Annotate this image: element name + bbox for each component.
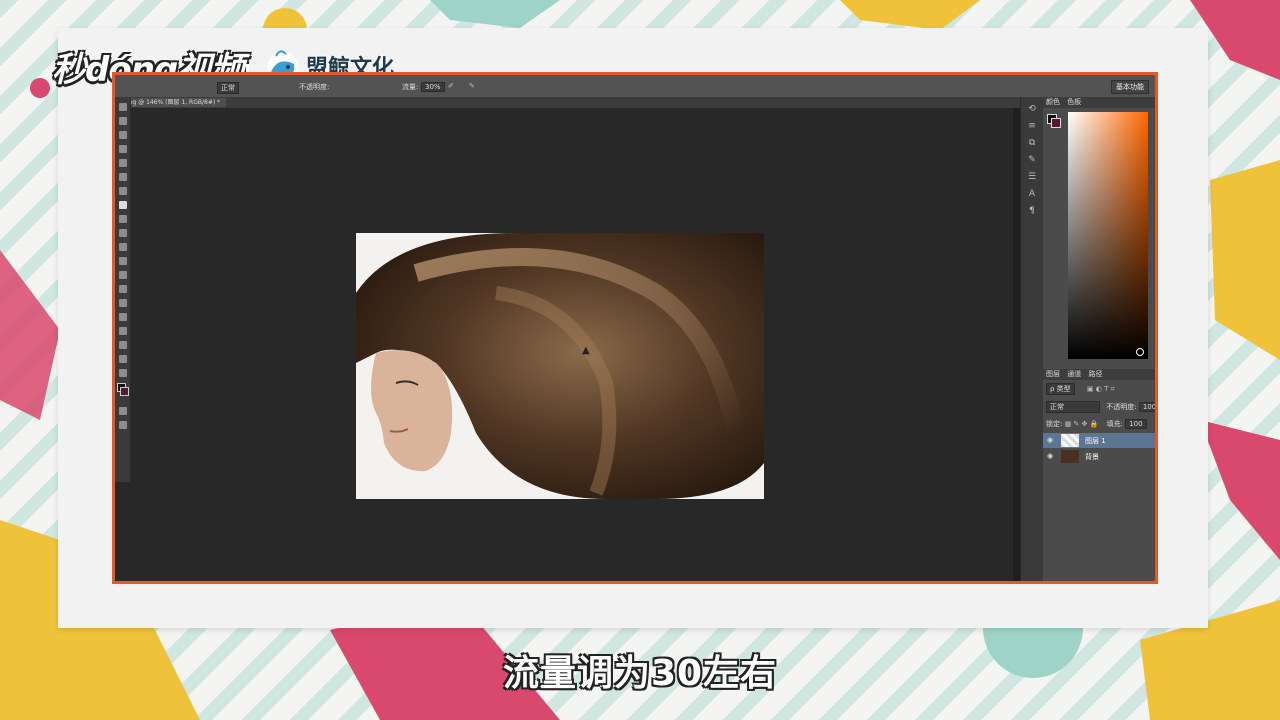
options-bar: 正常 不透明度: 流量: 30% ✐ ✎ 基本功能 xyxy=(115,75,1155,98)
flow-label: 流量: xyxy=(402,83,419,91)
layer-name: 背景 xyxy=(1085,453,1099,461)
layer-thumbnail xyxy=(1061,450,1079,463)
properties-icon[interactable]: ≡ xyxy=(1028,122,1037,131)
paragraph-icon[interactable]: ¶ xyxy=(1028,207,1037,216)
character-icon[interactable]: A xyxy=(1028,190,1037,199)
eye-icon[interactable]: ◉ xyxy=(1047,436,1053,444)
tab-swatches[interactable]: 色板 xyxy=(1067,98,1081,106)
document-tab-bar: jpg @ 146% (图层 1, RGB/8#) * xyxy=(115,97,1020,108)
marquee-tool-icon[interactable] xyxy=(118,117,127,125)
color-picker-field[interactable] xyxy=(1068,112,1148,359)
tab-layers[interactable]: 图层 xyxy=(1046,370,1060,378)
layer-name: 图层 1 xyxy=(1085,437,1106,445)
blend-row: 正常 不透明度: 100 xyxy=(1043,398,1155,416)
cursor-icon: ▲ xyxy=(582,345,590,356)
blend-mode-select[interactable]: 正常 xyxy=(1046,401,1100,413)
color-swatches[interactable] xyxy=(115,383,130,401)
filter-icons[interactable]: ▣ ◐ T ⌗ xyxy=(1087,385,1115,393)
shape-tool-icon[interactable] xyxy=(118,341,127,349)
layer-row[interactable]: ◉ 背景 xyxy=(1043,449,1155,464)
layer-panel-tabs: 图层 通道 路径 xyxy=(1043,369,1155,380)
lock-row: 锁定: ▦ ✎ ✥ 🔒 填充: 100 xyxy=(1043,416,1155,432)
clone-source-icon[interactable]: ⧉ xyxy=(1028,139,1037,148)
mode-select[interactable]: 正常 xyxy=(217,82,239,94)
blur-tool-icon[interactable] xyxy=(118,271,127,279)
pressure-icon[interactable]: ✎ xyxy=(469,82,475,90)
healing-tool-icon[interactable] xyxy=(118,187,127,195)
layers-panel: 图层 通道 路径 ρ 类型 ▣ ◐ T ⌗ 正常 不透明度: 100 锁定: ▦… xyxy=(1043,369,1155,581)
quick-select-tool-icon[interactable] xyxy=(118,145,127,153)
workspace-button[interactable]: 基本功能 xyxy=(1111,80,1149,94)
history-brush-tool-icon[interactable] xyxy=(118,229,127,237)
color-panel xyxy=(1043,108,1155,363)
path-select-tool-icon[interactable] xyxy=(118,327,127,335)
background-color-icon[interactable] xyxy=(120,387,129,396)
move-tool-icon[interactable] xyxy=(118,103,127,111)
quick-mask-icon[interactable] xyxy=(118,407,127,415)
airbrush-icon[interactable]: ✐ xyxy=(448,82,454,90)
type-tool-icon[interactable] xyxy=(118,313,127,321)
opacity-label: 不透明度: xyxy=(1106,403,1137,411)
lock-label: 锁定: xyxy=(1046,420,1063,428)
layer-filter-row: ρ 类型 ▣ ◐ T ⌗ xyxy=(1043,380,1155,398)
gradient-tool-icon[interactable] xyxy=(118,257,127,265)
pen-tool-icon[interactable] xyxy=(118,299,127,307)
document-tab[interactable]: jpg @ 146% (图层 1, RGB/8#) * xyxy=(121,98,227,107)
color-picker-marker-icon[interactable] xyxy=(1136,348,1144,356)
photoshop-window: 正常 不透明度: 流量: 30% ✐ ✎ 基本功能 jpg @ 146% (图层… xyxy=(112,72,1158,584)
subtitle-caption: 流量调为30左右 xyxy=(502,653,778,694)
vertical-scrollbar[interactable] xyxy=(1013,108,1020,581)
stamp-tool-icon[interactable] xyxy=(118,215,127,223)
opacity-label: 不透明度: xyxy=(299,83,330,91)
eraser-tool-icon[interactable] xyxy=(118,243,127,251)
tab-color[interactable]: 颜色 xyxy=(1046,98,1060,106)
layer-thumbnail xyxy=(1061,434,1079,447)
lasso-tool-icon[interactable] xyxy=(118,131,127,139)
adjustments-icon[interactable]: ☰ xyxy=(1028,173,1037,182)
layer-row[interactable]: ◉ 图层 1 xyxy=(1043,433,1155,448)
fill-label: 填充: xyxy=(1106,420,1123,428)
history-icon[interactable]: ⟲ xyxy=(1028,105,1037,114)
document-image[interactable] xyxy=(356,233,764,499)
color-panel-tabs: 颜色 色板 xyxy=(1043,97,1155,108)
right-panels: 颜色 色板 图层 通道 路径 ρ 类型 ▣ ◐ T ⌗ 正常 不透明度: 100 xyxy=(1043,97,1155,581)
opacity-input[interactable]: 100 xyxy=(1138,402,1155,412)
canvas-area[interactable]: ▲ xyxy=(130,108,1020,581)
lock-icons[interactable]: ▦ ✎ ✥ 🔒 xyxy=(1065,420,1099,428)
background-swatch[interactable] xyxy=(1051,118,1061,128)
zoom-tool-icon[interactable] xyxy=(118,369,127,377)
eye-icon[interactable]: ◉ xyxy=(1047,452,1053,460)
brush-preset-icon[interactable]: ✎ xyxy=(1028,156,1037,165)
crop-tool-icon[interactable] xyxy=(118,159,127,167)
layer-filter-select[interactable]: ρ 类型 xyxy=(1046,383,1075,395)
screen-mode-icon[interactable] xyxy=(118,421,127,429)
flow-input[interactable]: 30% xyxy=(421,82,445,92)
brush-tool-icon[interactable] xyxy=(118,201,127,209)
eyedropper-tool-icon[interactable] xyxy=(118,173,127,181)
panel-icon-strip: ⟲ ≡ ⧉ ✎ ☰ A ¶ xyxy=(1020,97,1044,581)
tools-panel xyxy=(115,97,131,482)
tab-paths[interactable]: 路径 xyxy=(1088,370,1102,378)
tab-channels[interactable]: 通道 xyxy=(1067,370,1081,378)
fill-input[interactable]: 100 xyxy=(1125,419,1147,429)
dodge-tool-icon[interactable] xyxy=(118,285,127,293)
hand-tool-icon[interactable] xyxy=(118,355,127,363)
